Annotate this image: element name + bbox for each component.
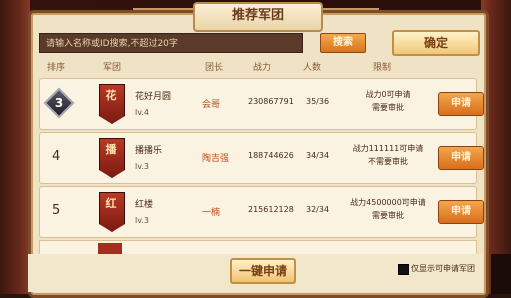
limit-text: 战力4500000可申请 需要审批 [340, 196, 436, 222]
column-legion: 军团 [103, 63, 122, 73]
legion-name: 红楼 [135, 200, 154, 210]
column-rank: 排序 [47, 63, 66, 73]
limit-line: 战力4500000可申请 [350, 198, 426, 207]
legion-name: 花好月圆 [135, 92, 172, 102]
apply-button[interactable]: 申请 [438, 92, 484, 116]
member-count: 32/34 [306, 205, 330, 214]
member-count: 35/36 [306, 97, 330, 106]
column-members: 人数 [303, 63, 322, 73]
confirm-button[interactable]: 确定 [392, 30, 480, 56]
left-decoration [0, 0, 30, 294]
limit-line: 需要审批 [372, 103, 404, 112]
apply-button[interactable]: 申请 [438, 146, 484, 170]
power-value: 215612128 [248, 205, 294, 214]
member-count: 34/34 [306, 151, 330, 160]
limit-line: 战力0可申请 [365, 90, 411, 99]
rank-number: 4 [52, 149, 61, 164]
legion-level: lv.4 [135, 108, 149, 117]
table-row: 4 播 播播乐 lv.3 陶吉强 188744626 34/34 战力11111… [39, 132, 484, 184]
column-leader: 团长 [205, 63, 224, 73]
leader-name[interactable]: 会哥 [202, 97, 220, 110]
one-click-apply-button[interactable]: 一键申请 [230, 258, 296, 284]
rank-number: 3 [54, 96, 64, 110]
limit-line: 不需要审批 [368, 157, 408, 166]
rank-number: 5 [52, 203, 61, 218]
banner-char: 播 [105, 143, 117, 156]
search-button[interactable]: 搜索 [320, 33, 366, 53]
power-value: 230867791 [248, 97, 294, 106]
limit-text: 战力0可申请 需要审批 [340, 88, 436, 114]
column-power: 战力 [253, 63, 272, 73]
limit-line: 战力111111可申请 [352, 144, 424, 153]
title-ornament-right [319, 8, 379, 24]
legion-name: 播播乐 [135, 146, 163, 156]
corner-shadow [491, 254, 511, 294]
banner-char: 红 [105, 197, 117, 210]
filter-checkbox[interactable] [398, 264, 409, 275]
table-row: 3 花 花好月圆 lv.4 会哥 230867791 35/36 战力0可申请 … [39, 78, 484, 130]
leader-name[interactable]: 陶吉强 [202, 151, 229, 164]
table-row: 5 红 红楼 lv.3 一楠 215612128 32/34 战力4500000… [39, 186, 484, 238]
legion-level: lv.3 [135, 162, 149, 171]
power-value: 188744626 [248, 151, 294, 160]
table-header: 排序 军团 团长 战力 人数 限制 [39, 58, 477, 74]
limit-text: 战力111111可申请 不需要审批 [340, 142, 436, 168]
panel-title: 推荐军团 [193, 2, 323, 32]
leader-name[interactable]: 一楠 [202, 205, 220, 218]
search-input[interactable]: 请输入名称或ID搜索,不超过20字 [39, 33, 303, 53]
limit-line: 需要审批 [372, 211, 404, 220]
banner-char: 花 [105, 89, 117, 102]
filter-checkbox-label: 仅显示可申请军团 [411, 264, 475, 273]
column-limit: 限制 [373, 63, 392, 73]
apply-button[interactable]: 申请 [438, 200, 484, 224]
legion-banner-icon [98, 243, 122, 254]
title-ornament-left [133, 8, 193, 24]
legion-level: lv.3 [135, 216, 149, 225]
